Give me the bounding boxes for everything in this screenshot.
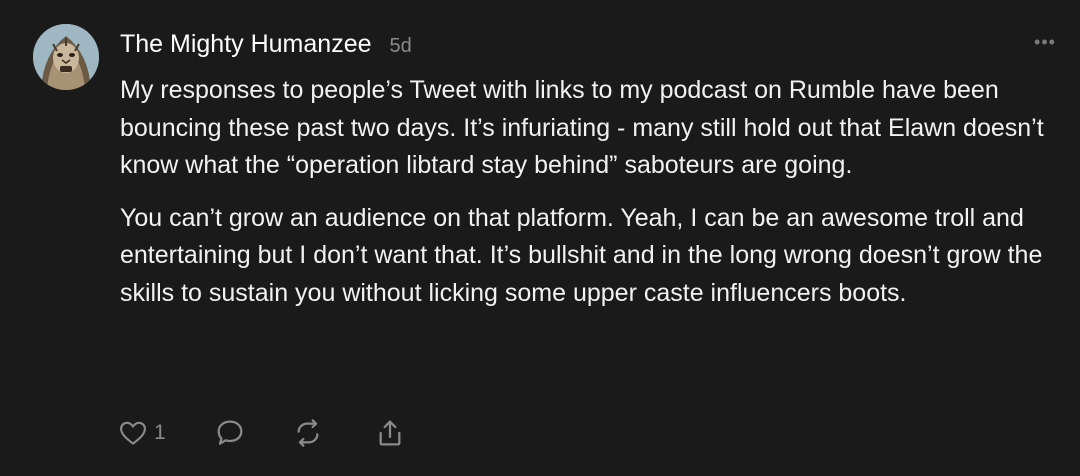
comment-icon	[217, 420, 243, 445]
share-button[interactable]	[374, 417, 406, 449]
like-button[interactable]: 1	[118, 418, 166, 448]
post-paragraph: My responses to people’s Tweet with link…	[120, 76, 1044, 179]
more-options-icon[interactable]: •••	[1032, 32, 1058, 52]
author-name[interactable]: The Mighty Humanzee	[120, 30, 372, 59]
action-bar: 1	[118, 415, 406, 451]
post-header: The Mighty Humanzee 5d	[120, 30, 412, 60]
heart-icon	[120, 421, 146, 445]
like-count: 1	[154, 421, 166, 444]
comment-button[interactable]	[214, 417, 246, 449]
restack-button[interactable]	[292, 417, 324, 449]
post-paragraph: You can’t grow an audience on that platf…	[120, 203, 1043, 307]
restack-icon	[297, 419, 319, 447]
avatar-image	[33, 24, 99, 90]
avatar[interactable]	[33, 24, 99, 90]
share-icon	[379, 420, 401, 446]
post-timestamp[interactable]: 5d	[390, 35, 412, 58]
post-body: My responses to people’s Tweet with link…	[120, 72, 1065, 312]
